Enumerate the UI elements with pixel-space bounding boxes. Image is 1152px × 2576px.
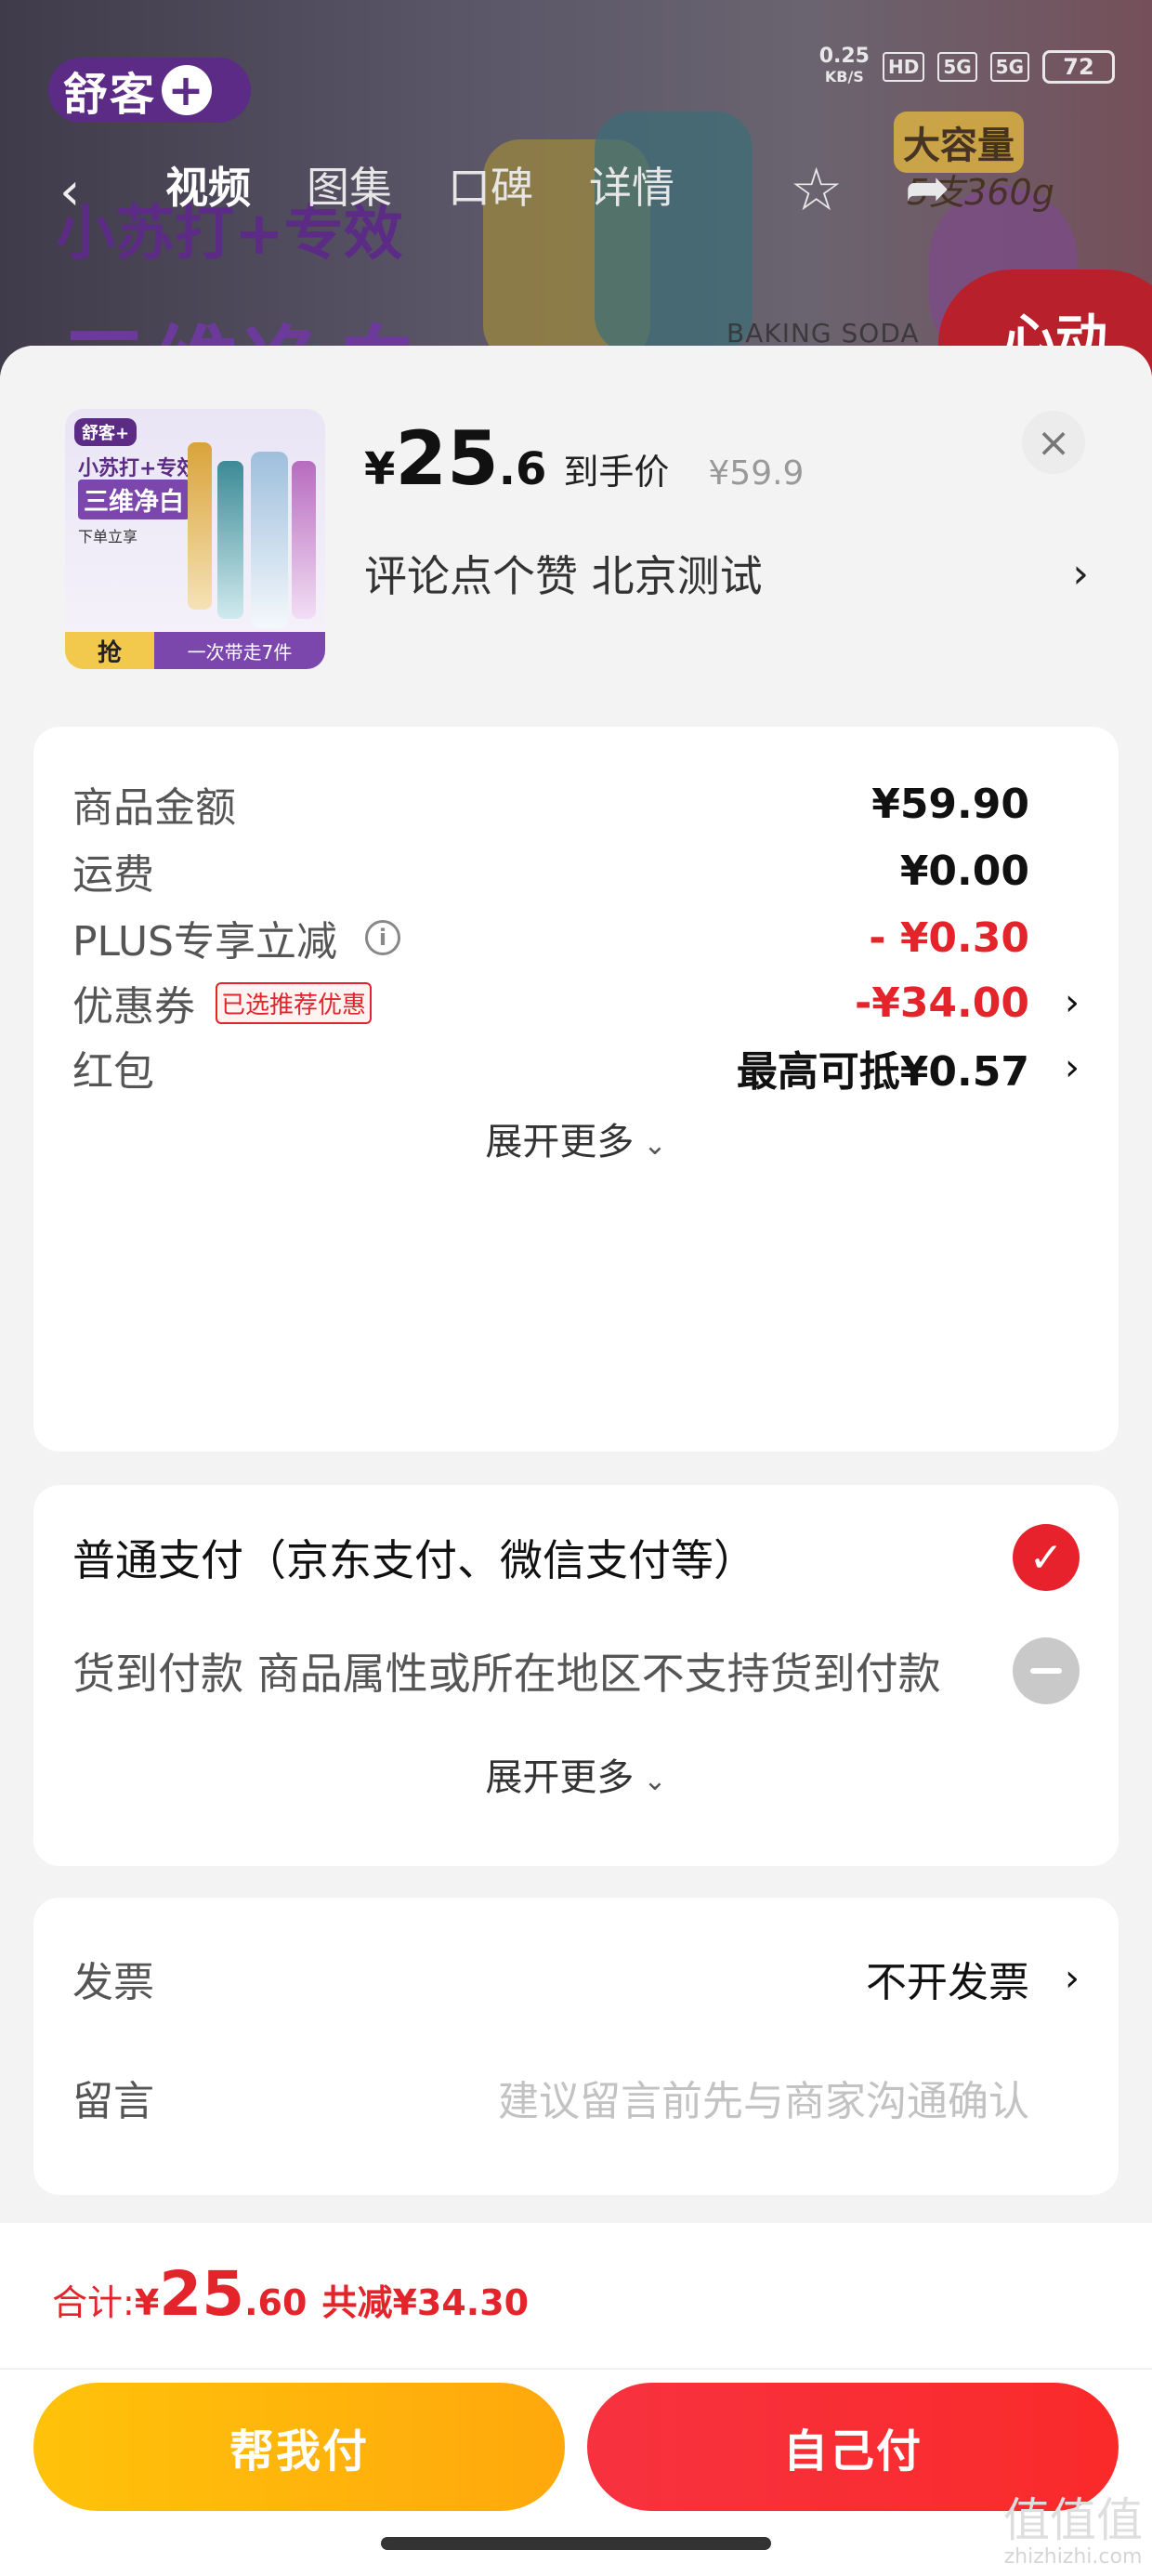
tab-details[interactable]: 详情 bbox=[589, 154, 674, 216]
summary-label: 红包 bbox=[72, 1048, 154, 1096]
price-decimal: .6 bbox=[498, 443, 547, 495]
message-label: 留言 bbox=[72, 2078, 154, 2125]
summary-value: ¥0.00 bbox=[899, 847, 1029, 895]
footer-divider bbox=[0, 2368, 1152, 2370]
chevron-left-icon[interactable]: ‹ bbox=[59, 162, 80, 222]
payment-label: 普通支付（京东支付、微信支付等） bbox=[72, 1535, 756, 1585]
price-summary-card: 商品金额 ¥59.90 运费 ¥0.00 PLUS专享立减 i - ¥0.30 优… bbox=[33, 727, 1119, 1452]
summary-row-plus: PLUS专享立减 i - ¥0.30 bbox=[72, 905, 1080, 970]
price-label: 到手价 bbox=[563, 452, 670, 493]
total-symbol: ¥ bbox=[134, 2282, 160, 2323]
watermark: 值值值 zhizhizhi.com bbox=[1003, 2493, 1143, 2569]
order-total: 合计: ¥ 25 .60 共减¥34.30 bbox=[52, 2258, 529, 2330]
chevron-right-icon: › bbox=[1072, 549, 1089, 598]
summary-value: - ¥0.30 bbox=[869, 913, 1029, 962]
network-speed: 0.25 KB/S bbox=[818, 45, 870, 86]
spec-selector[interactable]: 评论点个赞 北京测试 › bbox=[364, 543, 1089, 604]
invoice-row[interactable]: 发票 不开发票 › bbox=[72, 1946, 1080, 2011]
coupon-tag: 已选推荐优惠 bbox=[216, 981, 373, 1024]
thumb-line1: 小苏打+专效 bbox=[78, 457, 198, 480]
payment-option-cod: 货到付款 商品属性或所在地区不支持货到付款 bbox=[72, 1636, 1080, 1706]
product-tube bbox=[292, 461, 316, 619]
payment-label: 货到付款 商品属性或所在地区不支持货到付款 bbox=[72, 1649, 941, 1699]
brand-logo: 舒客 + bbox=[48, 58, 251, 123]
info-icon[interactable]: i bbox=[365, 920, 400, 955]
product-thumbnail[interactable]: 舒客+ 小苏打+专效 三维净白 下单立享 抢 一次带走7件 bbox=[65, 409, 325, 669]
share-icon[interactable]: ➦ bbox=[905, 156, 950, 219]
product-header: 舒客+ 小苏打+专效 三维净白 下单立享 抢 一次带走7件 ¥ 25 .6 到手… bbox=[0, 346, 1152, 719]
check-icon[interactable]: ✓ bbox=[1013, 1524, 1080, 1591]
payment-option-standard[interactable]: 普通支付（京东支付、微信支付等） ✓ bbox=[72, 1522, 1080, 1593]
signal-5g-icon: 5G bbox=[989, 52, 1029, 82]
total-saved: 共减¥34.30 bbox=[321, 2282, 530, 2323]
product-nav: ‹ 视频 图集 口碑 详情 ☆ ➦ bbox=[0, 149, 1152, 225]
disabled-icon bbox=[1013, 1637, 1080, 1704]
home-indicator[interactable] bbox=[381, 2537, 771, 2550]
summary-row-redpacket[interactable]: 红包 最高可抵¥0.57 › bbox=[72, 1035, 1080, 1100]
hd-badge: HD bbox=[882, 52, 925, 82]
summary-row-coupon[interactable]: 优惠券 已选推荐优惠 -¥34.00 › bbox=[72, 970, 1080, 1035]
message-input[interactable]: 建议留言前先与商家沟通确认 bbox=[498, 2068, 1029, 2127]
extras-card: 发票 不开发票 › 留言 建议留言前先与商家沟通确认 bbox=[33, 1898, 1119, 2195]
spec-text: 评论点个赞 北京测试 bbox=[364, 551, 763, 601]
total-integer: 25 bbox=[159, 2258, 245, 2330]
signal-5g-icon: 5G bbox=[937, 52, 977, 82]
product-tube bbox=[217, 461, 243, 619]
chevron-right-icon: › bbox=[1065, 981, 1080, 1024]
summary-value: 最高可抵¥0.57 bbox=[736, 1048, 1029, 1096]
product-tube bbox=[251, 452, 288, 628]
grab-label: 抢 bbox=[65, 632, 154, 669]
summary-label: 商品金额 bbox=[72, 784, 236, 832]
chevron-down-icon: ⌄ bbox=[643, 1129, 667, 1162]
summary-row-goods: 商品金额 ¥59.90 bbox=[72, 771, 1080, 836]
thumb-brand: 舒客+ bbox=[74, 418, 137, 446]
price-integer: 25 bbox=[395, 415, 499, 502]
invoice-value: 不开发票 bbox=[866, 1959, 1029, 2006]
chevron-right-icon: › bbox=[1065, 1046, 1080, 1089]
total-label: 合计: bbox=[52, 2282, 135, 2323]
summary-value: -¥34.00 bbox=[854, 979, 1029, 1027]
product-image-tube bbox=[595, 112, 753, 353]
close-icon[interactable]: × bbox=[1022, 411, 1085, 474]
baking-soda-text: BAKING SODA bbox=[727, 318, 920, 348]
invoice-label: 发票 bbox=[72, 1959, 154, 2006]
product-tabs: 视频 图集 口碑 详情 bbox=[165, 154, 674, 216]
star-icon[interactable]: ☆ bbox=[790, 156, 843, 225]
thumb-footer: 抢 一次带走7件 bbox=[65, 632, 325, 669]
expand-more-button[interactable]: 展开更多 ⌄ bbox=[33, 1747, 1119, 1801]
expand-more-button[interactable]: 展开更多 ⌄ bbox=[33, 1111, 1119, 1165]
thumb-line3: 下单立享 bbox=[78, 528, 138, 545]
total-decimal: .60 bbox=[244, 2282, 308, 2323]
product-page-background: 舒客+ 0.25KB/S HD 5G 5G 72 小苏打+专效 三维净白 大容量… bbox=[0, 0, 1152, 390]
battery-icon: 72 bbox=[1042, 50, 1115, 84]
thumb-line2: 三维净白 bbox=[78, 480, 190, 519]
message-row[interactable]: 留言 建议留言前先与商家沟通确认 bbox=[72, 2065, 1080, 2130]
summary-value: ¥59.90 bbox=[871, 780, 1029, 828]
price-symbol: ¥ bbox=[364, 443, 396, 495]
help-pay-button[interactable]: 帮我付 bbox=[33, 2383, 565, 2511]
price-row: ¥ 25 .6 到手价 ¥59.9 bbox=[364, 422, 804, 496]
summary-row-shipping: 运费 ¥0.00 bbox=[72, 838, 1080, 903]
product-tube bbox=[188, 442, 212, 610]
self-pay-button[interactable]: 自己付 bbox=[587, 2383, 1119, 2511]
summary-label: 优惠券 已选推荐优惠 bbox=[72, 973, 373, 1032]
chevron-right-icon: › bbox=[1065, 1957, 1080, 2000]
tab-video[interactable]: 视频 bbox=[165, 154, 251, 216]
status-bar: 0.25 KB/S HD 5G 5G 72 bbox=[819, 46, 1115, 87]
summary-label: PLUS专享立减 i bbox=[72, 908, 400, 967]
original-price: ¥59.9 bbox=[708, 454, 805, 493]
summary-label: 运费 bbox=[72, 851, 154, 899]
tab-reviews[interactable]: 口碑 bbox=[448, 154, 533, 216]
tab-gallery[interactable]: 图集 bbox=[307, 154, 392, 216]
payment-method-card: 普通支付（京东支付、微信支付等） ✓ 货到付款 商品属性或所在地区不支持货到付款… bbox=[33, 1485, 1119, 1866]
chevron-down-icon: ⌄ bbox=[643, 1765, 667, 1797]
deal-label: 一次带走7件 bbox=[154, 632, 325, 669]
